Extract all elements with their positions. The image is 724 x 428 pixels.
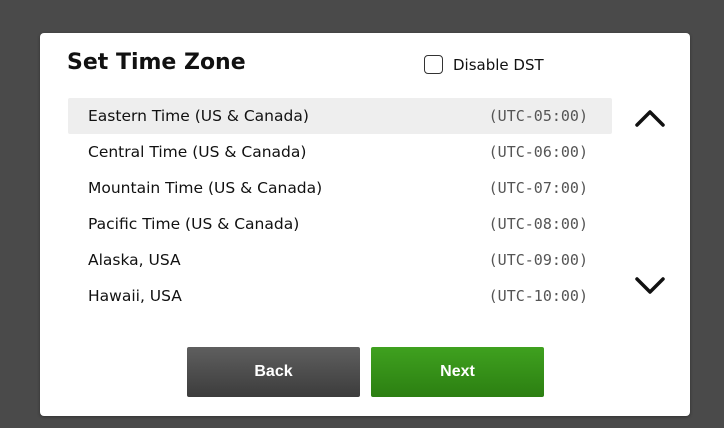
timezone-name: Eastern Time (US & Canada) <box>88 107 309 125</box>
timezone-row[interactable]: Central Time (US & Canada) (UTC-06:00) <box>68 134 612 170</box>
timezone-row[interactable]: Alaska, USA (UTC-09:00) <box>68 242 612 278</box>
timezone-offset: (UTC-08:00) <box>488 215 588 233</box>
chevron-up-icon <box>635 110 665 127</box>
timezone-row[interactable]: Pacific Time (US & Canada) (UTC-08:00) <box>68 206 612 242</box>
back-button[interactable]: Back <box>187 347 360 397</box>
timezone-offset: (UTC-10:00) <box>488 287 588 305</box>
timezone-offset: (UTC-06:00) <box>488 143 588 161</box>
timezone-name: Alaska, USA <box>88 251 181 269</box>
timezone-list: Eastern Time (US & Canada) (UTC-05:00) C… <box>68 98 612 314</box>
disable-dst-label: Disable DST <box>453 55 544 74</box>
timezone-row[interactable]: Eastern Time (US & Canada) (UTC-05:00) <box>68 98 612 134</box>
timezone-name: Mountain Time (US & Canada) <box>88 179 323 197</box>
timezone-offset: (UTC-09:00) <box>488 251 588 269</box>
scroll-up-button[interactable] <box>630 98 670 138</box>
next-button[interactable]: Next <box>371 347 544 397</box>
timezone-name: Hawaii, USA <box>88 287 182 305</box>
set-time-zone-dialog: Set Time Zone Disable DST Eastern Time (… <box>40 33 690 416</box>
disable-dst-toggle[interactable]: Disable DST <box>424 55 544 74</box>
scroll-down-button[interactable] <box>630 266 670 306</box>
chevron-down-icon <box>635 277 665 294</box>
timezone-row[interactable]: Mountain Time (US & Canada) (UTC-07:00) <box>68 170 612 206</box>
timezone-row[interactable]: Hawaii, USA (UTC-10:00) <box>68 278 612 314</box>
dialog-title: Set Time Zone <box>67 50 246 75</box>
timezone-name: Central Time (US & Canada) <box>88 143 307 161</box>
timezone-offset: (UTC-07:00) <box>488 179 588 197</box>
timezone-name: Pacific Time (US & Canada) <box>88 215 300 233</box>
disable-dst-checkbox[interactable] <box>424 55 443 74</box>
timezone-offset: (UTC-05:00) <box>488 107 588 125</box>
